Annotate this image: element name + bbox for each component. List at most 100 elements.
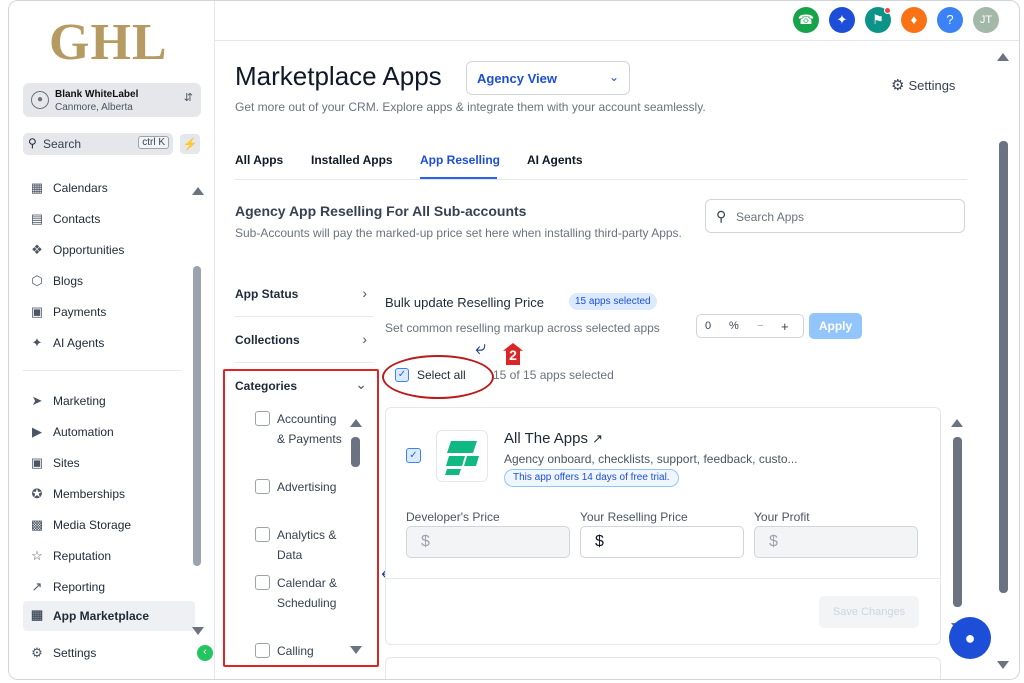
filter-app-status[interactable]: App Status › — [235, 285, 367, 307]
categories-scroll-up-icon[interactable] — [350, 419, 362, 427]
sidebar-search[interactable]: ⚲ Search ctrl K — [23, 133, 173, 155]
user-avatar[interactable]: JT — [973, 7, 999, 33]
tab-ai-agents[interactable]: AI Agents — [527, 153, 583, 167]
account-location: Canmore, Alberta — [55, 102, 133, 113]
sidebar-scrollbar[interactable] — [193, 266, 201, 566]
chevron-down-icon: ⌄ — [355, 376, 367, 392]
calendar-icon: ▦ — [30, 180, 44, 195]
media-storage-icon: ▩ — [30, 517, 44, 532]
sidebar-item-calendars[interactable]: ▦ Calendars — [23, 174, 193, 202]
developer-price-label: Developer's Price — [406, 510, 500, 524]
filter-collections[interactable]: Collections › — [235, 331, 367, 353]
category-checkbox[interactable] — [255, 527, 270, 542]
sidebar-item-memberships[interactable]: ✪ Memberships — [23, 480, 193, 508]
settings-label: Settings — [908, 78, 956, 93]
apps-selected-badge: 15 apps selected — [569, 293, 657, 310]
view-select-value: Agency View — [477, 71, 557, 86]
cards-scroll-up-icon[interactable] — [951, 419, 963, 427]
sidebar-scroll-down-icon[interactable] — [192, 627, 204, 635]
annotation-arrow-2-icon: ⤶ — [475, 337, 487, 359]
chevron-updown-icon: ⇵ — [183, 92, 193, 104]
save-changes-button[interactable]: Save Changes — [819, 596, 919, 628]
category-checkbox[interactable] — [255, 411, 270, 426]
category-checkbox[interactable] — [255, 479, 270, 494]
app-window: GHL ● Blank WhiteLabel Canmore, Alberta … — [8, 0, 1020, 680]
profit-label: Your Profit — [754, 510, 810, 524]
sidebar-item-blogs[interactable]: ⬡ Blogs — [23, 267, 193, 295]
memberships-icon: ✪ — [31, 486, 43, 501]
app-name[interactable]: All The Apps ↗ — [504, 430, 603, 447]
magic-icon[interactable]: ✦ — [829, 7, 855, 33]
contacts-icon: ▤ — [30, 211, 44, 226]
app-select-checkbox[interactable]: ✓ — [406, 448, 421, 463]
opportunities-icon: ❖ — [31, 242, 43, 257]
filter-divider — [235, 362, 373, 363]
search-apps-placeholder: Search Apps — [736, 210, 805, 224]
sites-icon: ▣ — [30, 455, 44, 470]
markup-value: 0 — [705, 320, 712, 332]
phone-icon[interactable]: ☎ — [793, 7, 819, 33]
help-icon[interactable]: ? — [937, 7, 963, 33]
tabs-divider — [235, 179, 967, 180]
page-scrollbar[interactable] — [999, 141, 1008, 593]
apply-button[interactable]: Apply — [809, 313, 862, 339]
search-icon: ⚲ — [28, 136, 37, 150]
categories-scrollbar[interactable] — [351, 437, 360, 467]
chat-bubble-icon[interactable]: ● — [949, 617, 991, 659]
categories-scroll-down-icon[interactable] — [350, 646, 362, 654]
annotation-marker-2: 2 — [503, 343, 523, 365]
app-logo-mark — [445, 441, 479, 475]
reselling-price-field[interactable]: $ — [580, 526, 744, 558]
tab-app-reselling[interactable]: App Reselling — [420, 153, 500, 167]
reputation-icon: ☆ — [31, 548, 43, 563]
sidebar-item-reporting[interactable]: ↗ Reporting — [23, 573, 193, 601]
section-title: Agency App Reselling For All Sub-account… — [235, 203, 527, 219]
category-checkbox[interactable] — [255, 575, 270, 590]
notification-dot — [884, 7, 891, 14]
bell-icon[interactable]: ♦ — [901, 7, 927, 33]
sidebar-item-payments[interactable]: ▣ Payments — [23, 298, 193, 326]
sidebar-item-opportunities[interactable]: ❖ Opportunities — [23, 236, 193, 264]
page-scroll-down-icon[interactable] — [997, 661, 1009, 669]
category-checkbox[interactable] — [255, 643, 270, 658]
search-apps-input[interactable]: ⚲ Search Apps — [705, 199, 965, 233]
sidebar-item-sites[interactable]: ▣ Sites — [23, 449, 193, 477]
tab-all-apps[interactable]: All Apps — [235, 153, 283, 167]
sidebar: GHL ● Blank WhiteLabel Canmore, Alberta … — [9, 1, 215, 679]
view-select[interactable]: Agency View ⌄ — [466, 61, 630, 95]
app-card-next — [385, 657, 941, 679]
sidebar-item-media-storage[interactable]: ▩ Media Storage — [23, 511, 193, 539]
collapse-sidebar-icon[interactable]: ‹ — [197, 645, 213, 661]
minus-icon[interactable]: − — [757, 320, 763, 332]
sidebar-item-ai-agents[interactable]: ✦ AI Agents — [23, 329, 193, 357]
sidebar-item-settings[interactable]: ⚙ Settings — [23, 639, 193, 667]
sidebar-item-marketing[interactable]: ➤ Marketing — [23, 387, 193, 415]
app-logo — [436, 430, 488, 482]
megaphone-icon[interactable]: ⚑ — [865, 7, 891, 33]
chevron-right-icon: › — [362, 285, 367, 301]
sidebar-scroll-up-icon[interactable] — [192, 187, 204, 195]
trial-badge: This app offers 14 days of free trial. — [504, 469, 679, 487]
cards-scrollbar[interactable] — [953, 437, 962, 607]
quick-action-bolt-icon[interactable]: ⚡ — [180, 134, 200, 154]
tab-installed-apps[interactable]: Installed Apps — [311, 153, 393, 167]
plus-icon[interactable]: + — [781, 319, 789, 334]
filter-categories[interactable]: Categories ⌄ — [235, 376, 367, 399]
settings-button[interactable]: ⚙ Settings — [891, 76, 955, 94]
automation-icon: ▶ — [32, 424, 42, 439]
sidebar-item-contacts[interactable]: ▤ Contacts — [23, 205, 193, 233]
top-bar: ☎ ✦ ⚑ ♦ ? JT — [215, 1, 1019, 41]
settings-icon: ⚙ — [31, 645, 43, 660]
app-description: Agency onboard, checklists, support, fee… — [504, 452, 798, 466]
sidebar-item-app-marketplace[interactable]: ▦ App Marketplace — [23, 601, 195, 631]
brand-logo[interactable]: GHL — [49, 13, 168, 72]
search-icon: ⚲ — [716, 208, 727, 224]
sidebar-item-automation[interactable]: ▶ Automation — [23, 418, 193, 446]
markup-input[interactable]: 0 % − + — [696, 314, 804, 338]
external-link-icon[interactable]: ↗ — [592, 431, 603, 446]
page-scroll-up-icon[interactable] — [997, 53, 1009, 61]
sidebar-item-reputation[interactable]: ☆ Reputation — [23, 542, 193, 570]
account-switcher[interactable]: ● Blank WhiteLabel Canmore, Alberta ⇵ — [23, 83, 201, 117]
marketing-icon: ➤ — [31, 393, 43, 408]
sidebar-divider — [23, 370, 181, 371]
